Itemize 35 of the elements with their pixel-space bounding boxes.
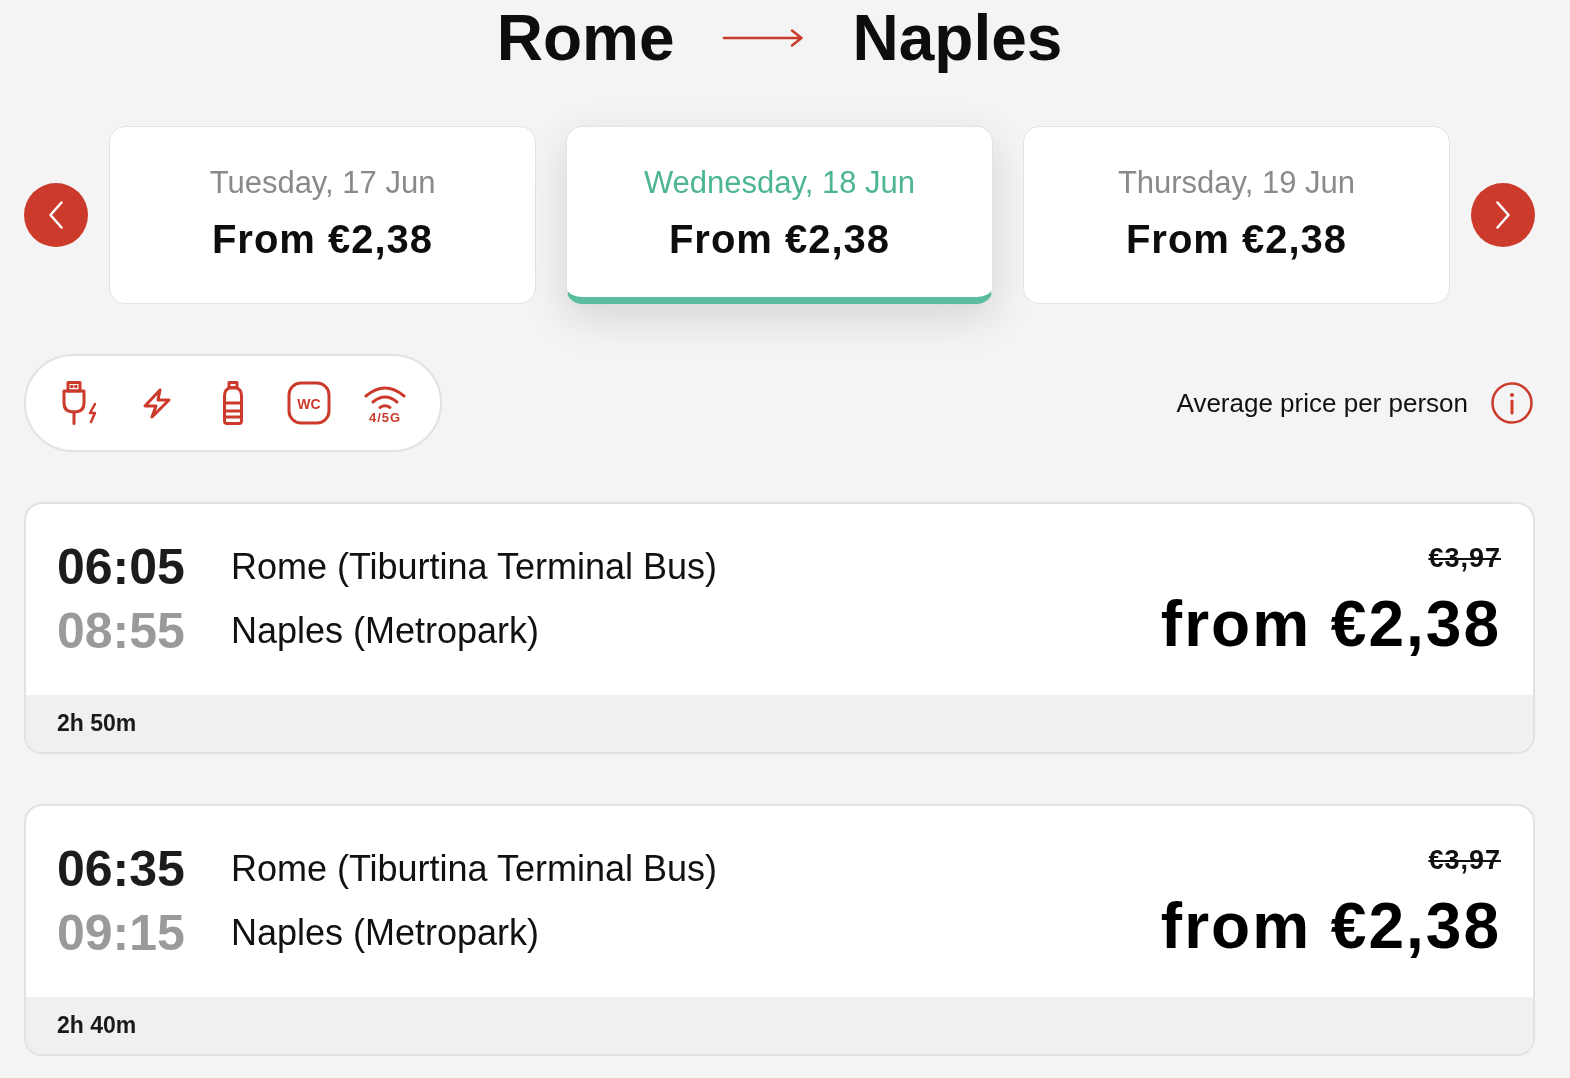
- date-price: From €2,38: [211, 216, 434, 263]
- chevron-left-icon: [49, 201, 63, 229]
- trip-card[interactable]: 06:05 Rome (Tiburtina Terminal Bus) 08:55 Naples (Metropark) €3,97 from €2,38 2h 50m: [24, 502, 1535, 754]
- trip-price: from €2,38: [1160, 587, 1501, 662]
- date-price: From €2,38: [1125, 216, 1348, 263]
- wc-icon: WC: [287, 381, 331, 425]
- price-note: Average price per person: [1176, 387, 1468, 419]
- arrival-stop: Naples (Metropark): [230, 609, 540, 653]
- date-tab[interactable]: Tuesday, 17 Jun From €2,38: [109, 126, 536, 304]
- arrival-time: 08:55: [57, 602, 185, 661]
- date-label: Wednesday, 18 Jun: [643, 164, 916, 202]
- date-tab[interactable]: Thursday, 19 Jun From €2,38: [1023, 126, 1450, 304]
- info-icon[interactable]: [1491, 382, 1533, 424]
- right-arrow-icon: [722, 29, 805, 47]
- departure-stop: Rome (Tiburtina Terminal Bus): [230, 545, 718, 589]
- bottle-icon: [222, 381, 244, 425]
- date-tab[interactable]: Wednesday, 18 Jun From €2,38: [566, 126, 993, 304]
- trip-duration: 2h 50m: [57, 710, 137, 737]
- arrival-time: 09:15: [57, 904, 185, 963]
- arrival-stop: Naples (Metropark): [230, 911, 540, 955]
- trip-card[interactable]: 06:35 Rome (Tiburtina Terminal Bus) 09:15 Naples (Metropark) €3,97 from €2,38 2h 40m: [24, 804, 1535, 1056]
- date-price: From €2,38: [668, 216, 891, 263]
- departure-time: 06:05: [57, 538, 185, 597]
- trip-price: from €2,38: [1160, 889, 1501, 964]
- departure-time: 06:35: [57, 840, 185, 899]
- trip-duration: 2h 40m: [57, 1012, 137, 1039]
- departure-stop: Rome (Tiburtina Terminal Bus): [230, 847, 718, 891]
- lightning-icon: [142, 387, 172, 419]
- origin-city: Rome: [496, 1, 675, 76]
- original-price: €3,97: [1428, 542, 1501, 575]
- date-label: Tuesday, 17 Jun: [209, 164, 436, 202]
- date-label: Thursday, 19 Jun: [1117, 164, 1356, 202]
- original-price: €3,97: [1428, 844, 1501, 877]
- destination-city: Naples: [852, 1, 1063, 76]
- chevron-right-icon: [1496, 201, 1510, 229]
